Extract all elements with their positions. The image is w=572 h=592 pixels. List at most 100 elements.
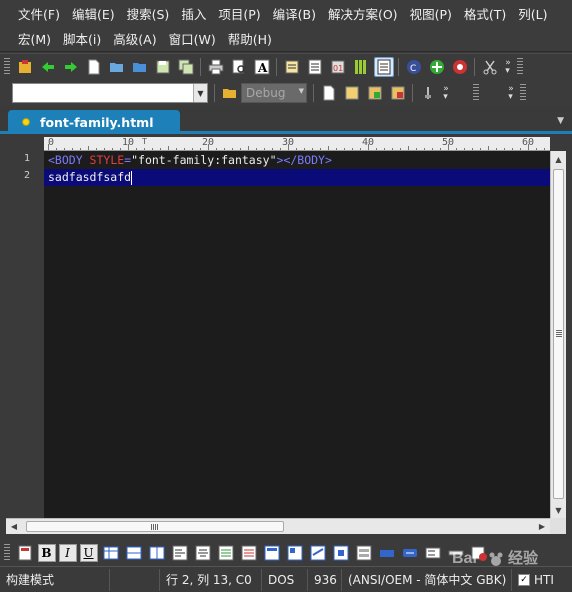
- toolbar-grip[interactable]: [473, 84, 479, 102]
- vertical-scroll-thumb[interactable]: [553, 169, 564, 499]
- scrollbar-corner: [550, 518, 566, 534]
- menu-help[interactable]: 帮助(H): [223, 29, 277, 48]
- toolbar-grip[interactable]: [517, 57, 523, 76]
- menu-window[interactable]: 窗口(W): [164, 29, 221, 48]
- table-icon[interactable]: [101, 543, 121, 563]
- back-arrow-icon[interactable]: [38, 57, 58, 77]
- status-codepage[interactable]: 936: [308, 568, 342, 591]
- menu-format[interactable]: 格式(T): [459, 4, 511, 23]
- underline-button[interactable]: U: [79, 544, 98, 562]
- add-file-icon[interactable]: [342, 83, 362, 103]
- print-icon[interactable]: [206, 57, 226, 77]
- status-syntax[interactable]: ✓ HTI: [512, 569, 572, 591]
- scroll-up-icon[interactable]: ▲: [551, 151, 566, 167]
- vertical-scrollbar[interactable]: ▲ ▼: [550, 151, 566, 518]
- paragraph-icon[interactable]: [216, 543, 236, 563]
- font-icon[interactable]: A: [252, 57, 272, 77]
- scroll-left-icon[interactable]: ◀: [6, 519, 22, 534]
- open-project-icon[interactable]: [15, 57, 35, 77]
- menu-search[interactable]: 搜索(S): [122, 4, 175, 23]
- folder-icon[interactable]: [130, 57, 150, 77]
- line-number: 1: [23, 153, 30, 164]
- menu-solution[interactable]: 解决方案(O): [323, 4, 403, 23]
- run-icon[interactable]: [427, 57, 447, 77]
- chevron-down-icon[interactable]: ▼: [193, 84, 207, 102]
- select-icon[interactable]: [423, 543, 443, 563]
- menu-build[interactable]: 编译(B): [268, 4, 321, 23]
- settings-icon[interactable]: [418, 83, 438, 103]
- word-wrap-icon[interactable]: [282, 57, 302, 77]
- code-text: sadfasdfsafd: [48, 170, 132, 184]
- forward-arrow-icon[interactable]: [61, 57, 81, 77]
- document-view-icon[interactable]: [373, 56, 394, 77]
- table-cell-icon[interactable]: [147, 543, 167, 563]
- toolbar-overflow-icon[interactable]: » ▾: [503, 57, 513, 77]
- code-line[interactable]: <BODY STYLE="font-family:fantasy"></BODY…: [44, 152, 550, 169]
- menu-macro[interactable]: 宏(M): [13, 29, 56, 48]
- anchor-icon[interactable]: [331, 543, 351, 563]
- path-combo-box[interactable]: ▼: [12, 83, 208, 103]
- form-icon[interactable]: [354, 543, 374, 563]
- page-icon[interactable]: [319, 83, 339, 103]
- toolbar-grip[interactable]: [4, 544, 10, 562]
- italic-button[interactable]: I: [58, 544, 77, 562]
- project-folder-icon[interactable]: [220, 83, 240, 103]
- ruler-tick: [512, 148, 513, 150]
- column-mode-icon[interactable]: [351, 57, 371, 77]
- menu-insert[interactable]: 插入: [176, 4, 211, 23]
- text-input-icon[interactable]: [377, 543, 397, 563]
- new-file-icon[interactable]: [84, 57, 104, 77]
- horizontal-scrollbar[interactable]: ◀ ▶: [6, 518, 550, 534]
- save-all-icon[interactable]: [176, 57, 196, 77]
- open-folder-icon[interactable]: [107, 57, 127, 77]
- table-row-icon[interactable]: [124, 543, 144, 563]
- html-template-icon[interactable]: [15, 543, 35, 563]
- ruler-tick: [96, 148, 97, 150]
- menu-view[interactable]: 视图(P): [405, 4, 457, 23]
- status-line-ending[interactable]: DOS: [262, 568, 308, 591]
- status-cursor-position[interactable]: 行 2, 列 13, C0: [160, 568, 262, 591]
- status-encoding[interactable]: (ANSI/OEM - 简体中文 GBK): [342, 568, 512, 591]
- menu-advanced[interactable]: 高级(A): [108, 29, 161, 48]
- align-left-icon[interactable]: [170, 543, 190, 563]
- chevron-down-icon[interactable]: ▼: [299, 87, 304, 95]
- toolbar-grip[interactable]: [520, 84, 526, 102]
- align-center-icon[interactable]: [193, 543, 213, 563]
- image-icon[interactable]: [285, 543, 305, 563]
- list-icon[interactable]: [239, 543, 259, 563]
- scroll-down-icon[interactable]: ▼: [551, 502, 566, 518]
- ruler-tick: [56, 148, 57, 150]
- list-view-icon[interactable]: [305, 57, 325, 77]
- link-icon[interactable]: [308, 543, 328, 563]
- bold-button[interactable]: B: [37, 544, 56, 562]
- save-icon[interactable]: [153, 57, 173, 77]
- cut-icon[interactable]: [480, 57, 500, 77]
- scroll-right-icon[interactable]: ▶: [534, 519, 550, 534]
- menu-script[interactable]: 脚本(i): [58, 29, 106, 48]
- ruler-tick: [440, 148, 441, 150]
- build-config-select[interactable]: Debug ▼: [241, 83, 307, 103]
- menu-file[interactable]: 文件(F): [13, 4, 65, 23]
- current-code-line[interactable]: sadfasdfsafd: [44, 169, 550, 186]
- horizontal-scroll-thumb[interactable]: [26, 521, 284, 532]
- toolbar-overflow-icon[interactable]: » ▾: [506, 83, 516, 103]
- heading-icon[interactable]: [262, 543, 282, 563]
- menu-column[interactable]: 列(L): [513, 4, 552, 23]
- stop-icon[interactable]: [450, 57, 470, 77]
- add-folder-icon[interactable]: [365, 83, 385, 103]
- toolbar-grip[interactable]: [4, 57, 10, 76]
- tab-list-chevron-icon[interactable]: ▼: [557, 116, 564, 126]
- menu-edit[interactable]: 编辑(E): [67, 4, 120, 23]
- button-icon[interactable]: [400, 543, 420, 563]
- toolbar-separator: [200, 57, 201, 76]
- checkbox-icon[interactable]: ✓: [518, 573, 530, 586]
- remove-file-icon[interactable]: [388, 83, 408, 103]
- print-preview-icon[interactable]: [229, 57, 249, 77]
- toolbar-overflow-icon[interactable]: » ▾: [441, 83, 451, 103]
- compile-icon[interactable]: C: [404, 57, 424, 77]
- menu-project[interactable]: 项目(P): [213, 4, 265, 23]
- code-editor[interactable]: 1 2 <BODY STYLE="font-family:fantasy"></…: [6, 151, 550, 518]
- ruler-tick: [80, 148, 81, 150]
- tab-underline: [0, 131, 572, 134]
- hex-edit-icon[interactable]: 01: [328, 57, 348, 77]
